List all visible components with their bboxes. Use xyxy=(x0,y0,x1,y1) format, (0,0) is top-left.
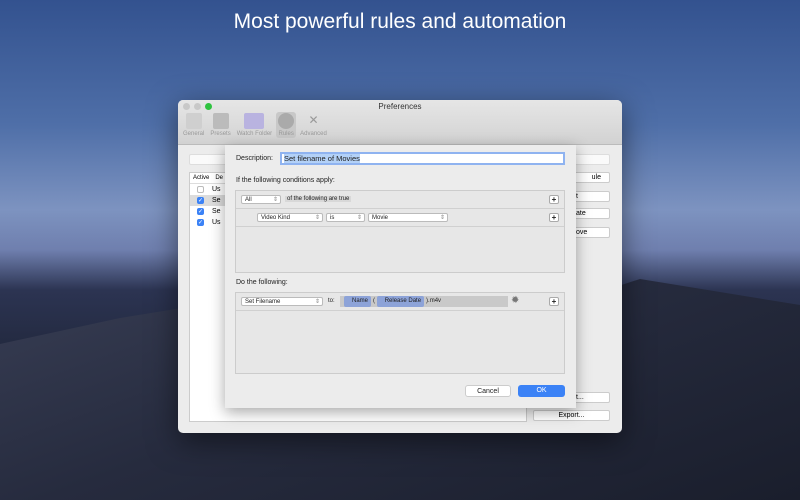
tab-advanced[interactable]: ✕ Advanced xyxy=(298,112,329,138)
headline: Most powerful rules and automation xyxy=(233,10,567,33)
column-active[interactable]: Active xyxy=(193,175,209,181)
window-title: Preferences xyxy=(378,102,422,111)
operator-select[interactable]: is xyxy=(326,213,365,222)
gear-icon[interactable]: ✹ xyxy=(511,295,519,306)
tab-presets[interactable]: Presets xyxy=(208,112,232,138)
row-text: Us xyxy=(212,219,221,226)
match-row: All of the following are true + xyxy=(236,191,564,209)
add-subcondition-button[interactable]: + xyxy=(549,213,559,222)
tab-label: Advanced xyxy=(300,131,327,137)
toolbar: General Presets Watch Folder Rules ✕ Adva… xyxy=(181,112,329,138)
active-checkbox[interactable]: ✓ xyxy=(197,197,204,204)
folder-icon xyxy=(244,113,265,129)
action-select[interactable]: Set Filename xyxy=(241,297,323,306)
active-checkbox[interactable]: ✓ xyxy=(197,208,204,215)
active-checkbox[interactable]: ✓ xyxy=(197,219,204,226)
add-condition-button[interactable]: + xyxy=(549,195,559,204)
value-select[interactable]: Movie xyxy=(368,213,448,222)
titlebar: Preferences General Presets Watch Folder… xyxy=(178,100,622,145)
condition-row: Video Kind is Movie + xyxy=(236,209,564,227)
add-action-button[interactable]: + xyxy=(549,297,559,306)
tab-label: Watch Folder xyxy=(236,131,273,137)
separator: ( xyxy=(373,298,376,304)
action-row: Set Filename to: Name( Release Date).m4v… xyxy=(236,293,564,311)
rule-editor-sheet: Description: Set filename of Movies If t… xyxy=(225,145,576,408)
export-button[interactable]: Export... xyxy=(533,410,610,421)
gear-icon xyxy=(278,113,295,129)
tab-label: Rules xyxy=(278,131,294,137)
tab-rules[interactable]: Rules xyxy=(276,112,297,138)
row-text: Se xyxy=(212,197,221,204)
tab-label: Presets xyxy=(210,131,231,137)
ok-button[interactable]: OK xyxy=(518,385,565,397)
column-description[interactable]: De xyxy=(215,175,223,181)
match-suffix: of the following are true xyxy=(285,196,352,202)
to-label: to: xyxy=(328,298,335,304)
tab-general[interactable]: General xyxy=(181,112,206,138)
description-label: Description: xyxy=(236,155,273,162)
tab-label: General xyxy=(183,131,205,137)
actions-label: Do the following: xyxy=(236,279,288,286)
tools-icon: ✕ xyxy=(308,113,319,127)
active-checkbox[interactable] xyxy=(197,186,204,193)
row-text: Us xyxy=(212,186,221,193)
conditions-box: All of the following are true + Video Ki… xyxy=(235,190,565,273)
suffix: ).m4v xyxy=(426,298,442,304)
description-value: Set filename of Movies xyxy=(284,154,360,163)
release-date-token[interactable]: Release Date xyxy=(376,296,425,307)
filename-token-field[interactable]: Name( Release Date).m4v xyxy=(340,296,508,307)
cancel-button[interactable]: Cancel xyxy=(465,385,511,397)
row-text: Se xyxy=(212,208,221,215)
film-icon xyxy=(212,113,229,129)
tab-watch-folder[interactable]: Watch Folder xyxy=(235,112,274,138)
description-input[interactable]: Set filename of Movies xyxy=(280,152,565,165)
match-select[interactable]: All xyxy=(241,195,281,204)
field-select[interactable]: Video Kind xyxy=(257,213,323,222)
phone-icon xyxy=(185,113,202,129)
actions-box: Set Filename to: Name( Release Date).m4v… xyxy=(235,292,565,374)
conditions-label: If the following conditions apply: xyxy=(236,177,335,184)
name-token[interactable]: Name xyxy=(344,296,372,307)
